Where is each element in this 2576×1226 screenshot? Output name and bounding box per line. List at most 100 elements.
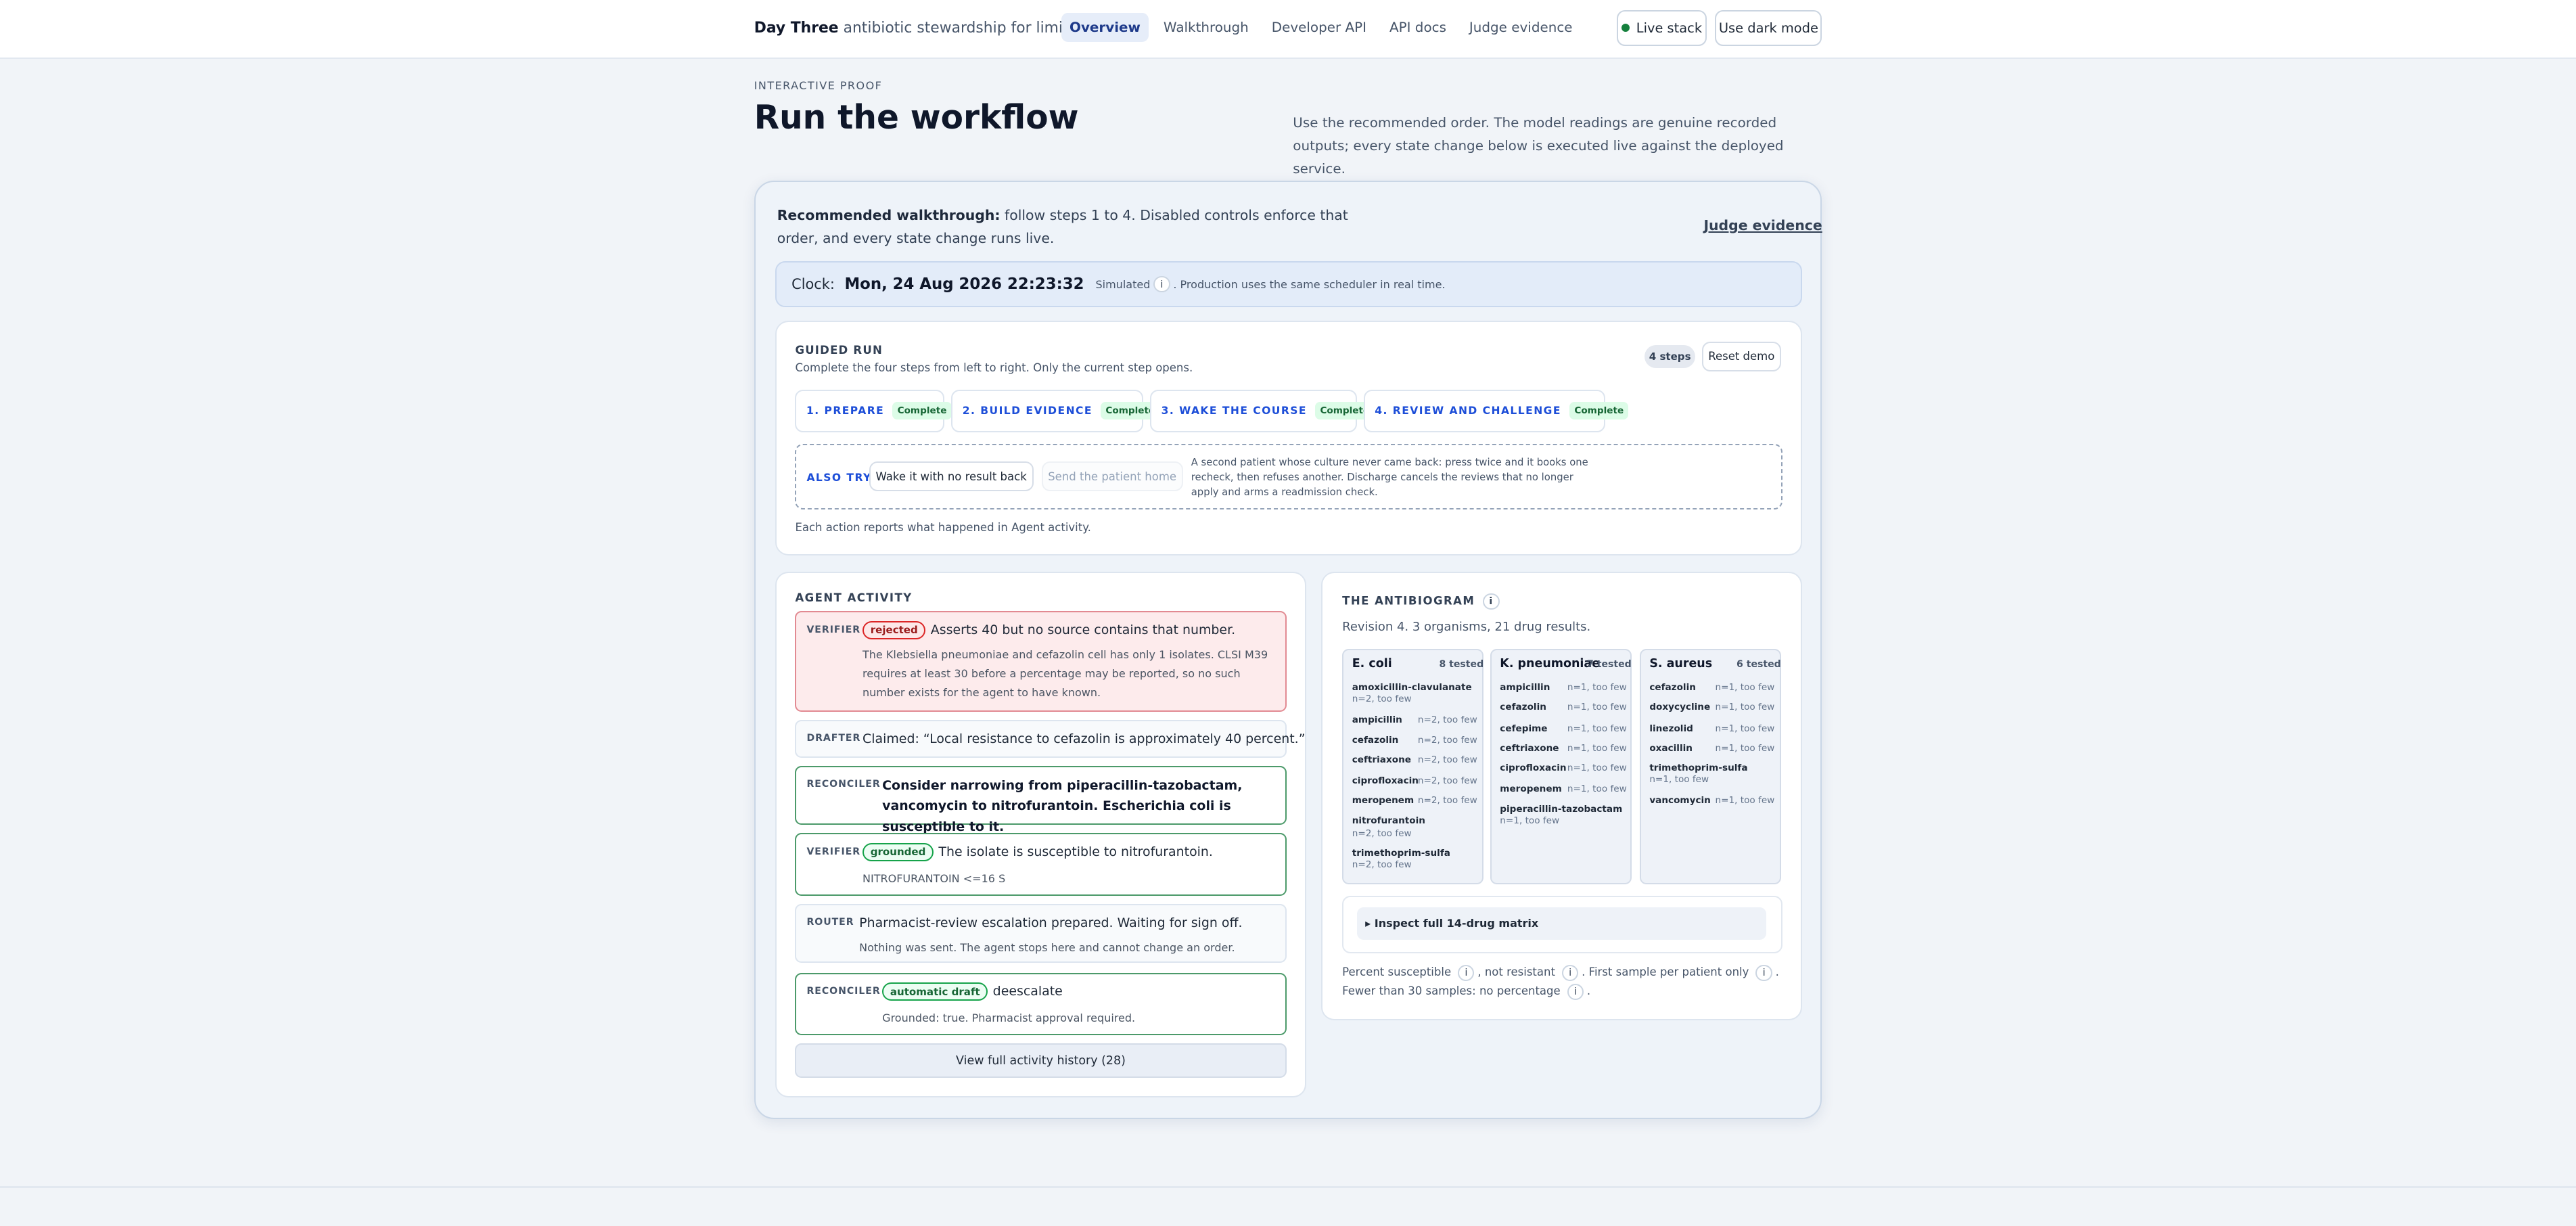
drug-name: linezolid bbox=[1649, 723, 1693, 734]
activity-role: DRAFTER bbox=[806, 733, 861, 744]
nav-developer-api[interactable]: Developer API bbox=[1264, 13, 1375, 41]
activity-detail: NITROFURANTOIN <=16 S bbox=[862, 871, 1006, 885]
drug-note: n=2, too few bbox=[1352, 859, 1412, 871]
organism-name: S. aureus bbox=[1649, 657, 1713, 671]
activity-main: automatic draft deescalate bbox=[882, 982, 1063, 1001]
nav-judge-evidence[interactable]: Judge evidence bbox=[1461, 13, 1581, 41]
activity-main-text: deescalate bbox=[992, 984, 1063, 999]
drug-note: n=1, too few bbox=[1567, 742, 1627, 754]
judge-evidence-link[interactable]: Judge evidence bbox=[1703, 217, 1822, 233]
info-icon[interactable]: i bbox=[1153, 276, 1170, 293]
antibiogram-subtitle: Revision 4. 3 organisms, 21 drug results… bbox=[1342, 619, 1591, 634]
activity-main: Pharmacist-review escalation prepared. W… bbox=[859, 915, 1243, 930]
antibiogram-legend: Percent susceptible i, not resistant i. … bbox=[1342, 963, 1786, 1001]
drug-name: vancomycin bbox=[1649, 795, 1711, 807]
info-icon[interactable]: i bbox=[1458, 964, 1475, 981]
guided-run-footer: Each action reports what happened in Age… bbox=[795, 520, 1091, 534]
drug-name: ampicillin bbox=[1352, 714, 1402, 726]
activity-main: grounded The isolate is susceptible to ni… bbox=[862, 842, 1213, 861]
drug-note: n=1, too few bbox=[1715, 742, 1775, 754]
activity-main: rejected Asserts 40 but no source contain… bbox=[862, 621, 1235, 639]
activity-main: Claimed: “Local resistance to cefazolin … bbox=[862, 731, 1306, 746]
drug-note: n=2, too few bbox=[1352, 693, 1412, 704]
clock-bar: Clock: Mon, 24 Aug 2026 22:23:32 Simulat… bbox=[775, 261, 1803, 308]
legend-text: , not resistant bbox=[1477, 966, 1555, 979]
drug-name: ciprofloxacin bbox=[1500, 762, 1567, 773]
nav-overview[interactable]: Overview bbox=[1061, 13, 1149, 42]
guided-run-title: GUIDED RUN bbox=[795, 343, 883, 357]
nav-walkthrough[interactable]: Walkthrough bbox=[1155, 13, 1257, 41]
drug-name: oxacillin bbox=[1649, 742, 1693, 754]
clock-time: Mon, 24 Aug 2026 22:23:32 bbox=[844, 275, 1084, 294]
organism-name: K. pneumoniae bbox=[1500, 657, 1601, 671]
live-status-dot bbox=[1621, 24, 1630, 32]
drug-name: cefazolin bbox=[1500, 702, 1546, 712]
walkthrough-lead: Recommended walkthrough: bbox=[777, 207, 1001, 224]
info-icon[interactable]: i bbox=[1567, 983, 1584, 1000]
activity-detail: The Klebsiella pneumoniae and cefazolin … bbox=[862, 648, 1268, 699]
reset-demo-button[interactable]: Reset demo bbox=[1702, 342, 1781, 371]
view-activity-history-button[interactable]: View full activity history (28) bbox=[795, 1043, 1287, 1079]
brand-name: Day Three bbox=[754, 20, 839, 37]
step-prepare[interactable]: 1. PREPARE Complete bbox=[795, 389, 952, 432]
activity-role: RECONCILER bbox=[806, 986, 881, 997]
tested-count: 8 tested bbox=[1439, 658, 1484, 670]
drug-note: n=1, too few bbox=[1715, 702, 1775, 712]
eyebrow: INTERACTIVE PROOF bbox=[754, 78, 883, 92]
activity-detail: Nothing was sent. The agent stops here a… bbox=[859, 940, 1235, 954]
live-stack-label: Live stack bbox=[1636, 20, 1703, 36]
tested-count: 7 tested bbox=[1587, 658, 1632, 670]
send-patient-home-button[interactable]: Send the patient home bbox=[1041, 461, 1183, 492]
legend-text: . bbox=[1586, 984, 1591, 998]
nav-api-docs[interactable]: API docs bbox=[1381, 13, 1454, 41]
info-icon[interactable]: i bbox=[1755, 964, 1772, 981]
step-label: 2. BUILD EVIDENCE bbox=[962, 405, 1092, 417]
drug-name: ceftriaxone bbox=[1352, 754, 1411, 765]
step-status-badge: Complete bbox=[892, 402, 952, 419]
step-build-evidence[interactable]: 2. BUILD EVIDENCE Complete bbox=[951, 389, 1160, 432]
brand[interactable]: Day Three antibiotic stewardship for lim… bbox=[754, 20, 1106, 37]
info-icon[interactable]: i bbox=[1562, 964, 1579, 981]
inspect-matrix-toggle[interactable]: ▸ Inspect full 14-drug matrix bbox=[1357, 907, 1766, 940]
page-title: Run the workflow bbox=[754, 98, 1079, 137]
drug-name: trimethoprim-sulfa bbox=[1649, 762, 1748, 773]
drug-note: n=2, too few bbox=[1417, 795, 1477, 807]
activity-main: Consider narrowing from piperacillin-taz… bbox=[882, 778, 1243, 834]
tested-count: 6 tested bbox=[1736, 658, 1781, 670]
drug-name: piperacillin-tazobactam bbox=[1500, 803, 1623, 815]
wake-no-result-button[interactable]: Wake it with no result back bbox=[869, 461, 1034, 492]
drug-name: nitrofurantoin bbox=[1352, 815, 1425, 826]
step-wake-the-course[interactable]: 3. WAKE THE COURSE Complete bbox=[1150, 389, 1375, 432]
drug-note: n=1, too few bbox=[1567, 681, 1627, 693]
drug-note: n=1, too few bbox=[1649, 773, 1709, 785]
drug-name: cefepime bbox=[1500, 723, 1548, 734]
also-try-label: ALSO TRY bbox=[806, 472, 872, 484]
drug-name: amoxicillin-clavulanate bbox=[1352, 681, 1472, 693]
antibiogram-title: THE ANTIBIOGRAM i bbox=[1342, 593, 1502, 610]
drug-note: n=2, too few bbox=[1417, 754, 1477, 765]
live-stack-button[interactable]: Live stack bbox=[1616, 9, 1707, 46]
drug-note: n=1, too few bbox=[1567, 784, 1627, 795]
clock-note: . Production uses the same scheduler in … bbox=[1173, 277, 1446, 291]
dark-mode-button[interactable]: Use dark mode bbox=[1715, 9, 1822, 46]
legend-text: . First sample per patient only bbox=[1582, 966, 1749, 979]
steps-count-badge: 4 steps bbox=[1644, 345, 1696, 368]
antibiogram-title-text: THE ANTIBIOGRAM bbox=[1342, 594, 1475, 608]
activity-role: RECONCILER bbox=[806, 779, 881, 790]
drug-name: ceftriaxone bbox=[1500, 742, 1559, 754]
activity-role: VERIFIER bbox=[806, 624, 861, 635]
activity-role: ROUTER bbox=[806, 917, 854, 928]
drug-note: n=1, too few bbox=[1567, 723, 1627, 734]
drug-name: meropenem bbox=[1500, 784, 1562, 795]
footer-divider bbox=[0, 1186, 2576, 1188]
clock-mode: Simulated bbox=[1095, 277, 1151, 291]
drug-name: meropenem bbox=[1352, 795, 1414, 807]
activity-role: VERIFIER bbox=[806, 846, 861, 857]
automatic-draft-badge: automatic draft bbox=[882, 982, 988, 1001]
organism-name: E. coli bbox=[1352, 657, 1392, 671]
step-review-and-challenge[interactable]: 4. REVIEW AND CHALLENGE Complete bbox=[1363, 389, 1629, 432]
clock-label: Clock: bbox=[791, 276, 835, 293]
agent-activity-title: AGENT ACTIVITY bbox=[795, 591, 913, 605]
info-icon[interactable]: i bbox=[1483, 593, 1500, 610]
legend-text: Percent susceptible bbox=[1342, 966, 1452, 979]
